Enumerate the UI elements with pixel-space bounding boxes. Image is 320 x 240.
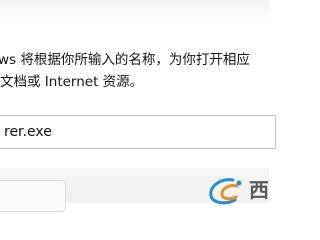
open-input-value: rer.exe [4, 124, 52, 140]
description-line-1: ws 将根据你所输入的名称，为你打开相应 [0, 52, 250, 68]
run-dialog: ws 将根据你所输入的名称，为你打开相应 文档或 Internet 资源。 re… [0, 0, 276, 212]
site-watermark-logo: 西 [203, 176, 273, 206]
ok-button[interactable] [0, 180, 66, 212]
watermark-char: 西 [249, 178, 269, 202]
open-input[interactable]: rer.exe [0, 115, 276, 149]
description-line-2: 文档或 Internet 资源。 [0, 74, 144, 90]
title-bar [0, 0, 269, 26]
watermark-swirl-icon [209, 178, 242, 205]
